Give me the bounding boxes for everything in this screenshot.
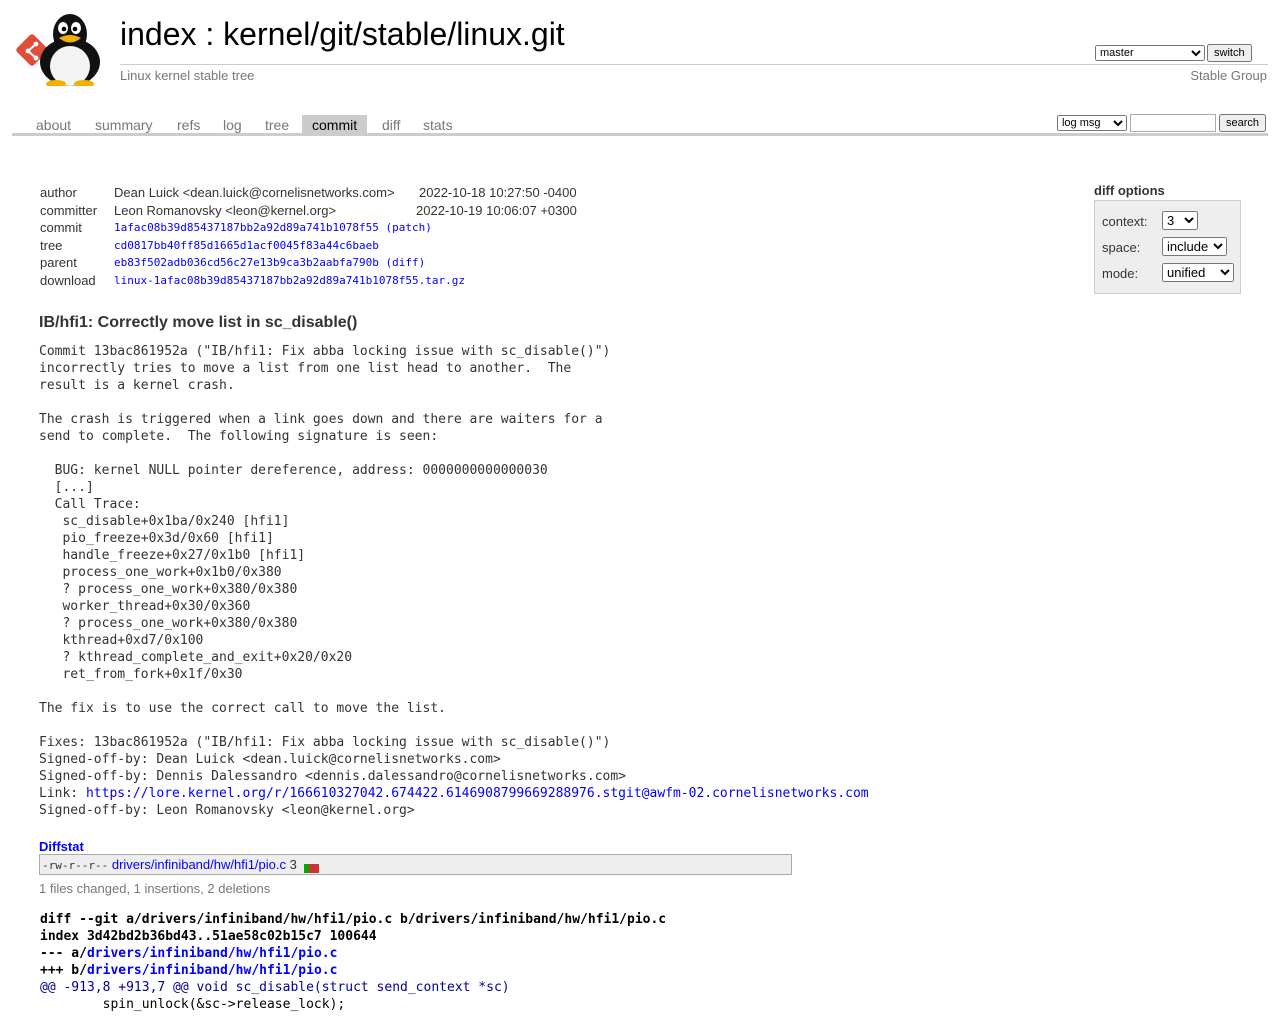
diff-view: diff --git a/drivers/infiniband/hw/hfi1/… bbox=[40, 911, 666, 1013]
tree-hash-group: cd0817bb40ff85d1665d1acf0045f83a44c6baeb bbox=[114, 239, 379, 252]
repo-description: Linux kernel stable tree bbox=[120, 68, 255, 83]
diffstat-deletions-bar bbox=[308, 864, 319, 874]
mode-row: mode: unified bbox=[1102, 263, 1238, 283]
context-row: context: 3 bbox=[1102, 211, 1238, 231]
title-separator: : bbox=[196, 16, 224, 52]
diff-options-title: diff options bbox=[1094, 183, 1165, 198]
author-label: author bbox=[40, 185, 77, 200]
tab-summary[interactable]: summary bbox=[85, 115, 163, 133]
search-input[interactable] bbox=[1129, 114, 1216, 132]
download-group: linux-1afac08b39d85437187bb2a92d89a741b1… bbox=[114, 274, 465, 287]
tab-diff[interactable]: diff bbox=[372, 115, 410, 133]
plus-file-link[interactable]: drivers/infiniband/hw/hfi1/pio.c bbox=[87, 963, 337, 978]
repo-owner: Stable Group bbox=[1190, 68, 1267, 83]
git-tux-logo[interactable] bbox=[14, 12, 110, 86]
tab-stats[interactable]: stats bbox=[413, 115, 463, 133]
author-date: 2022-10-18 10:27:50 -0400 bbox=[419, 185, 577, 200]
diff-options-form: context: 3 space: include mode: unified bbox=[1094, 200, 1241, 294]
parent-hash-group: eb83f502adb036cd56c27e13b9ca3b2aabfa790b… bbox=[114, 256, 425, 269]
tab-about[interactable]: about bbox=[26, 115, 81, 133]
context-select[interactable]: 3 bbox=[1162, 211, 1198, 230]
minus-prefix: --- a/ bbox=[40, 946, 87, 961]
context-label: context: bbox=[1102, 214, 1148, 229]
switch-button[interactable]: switch bbox=[1207, 44, 1252, 62]
search-form: log msg search bbox=[1056, 114, 1266, 132]
commit-label: commit bbox=[40, 220, 82, 236]
committer-label: committer bbox=[40, 202, 98, 218]
committer-date: 2022-10-19 10:06:07 +0300 bbox=[416, 202, 577, 218]
parent-label: parent bbox=[40, 255, 77, 271]
diff-context-line: spin_unlock(&sc->release_lock); bbox=[40, 997, 346, 1012]
commit-hash-group: 1afac08b39d85437187bb2a92d89a741b1078f55… bbox=[114, 221, 432, 234]
diffstat-summary: 1 files changed, 1 insertions, 2 deletio… bbox=[39, 881, 271, 896]
branch-switch-form: master switch bbox=[1095, 44, 1252, 62]
patch-link[interactable]: patch bbox=[392, 221, 425, 234]
minus-file-link[interactable]: drivers/infiniband/hw/hfi1/pio.c bbox=[87, 946, 337, 961]
diffstat-header[interactable]: Diffstat bbox=[39, 839, 84, 854]
commit-message-tail: Signed-off-by: Leon Romanovsky <leon@ker… bbox=[39, 803, 415, 818]
link-prefix: Link: bbox=[39, 786, 86, 801]
diff-git-line: diff --git a/drivers/infiniband/hw/hfi1/… bbox=[40, 912, 667, 927]
tab-tree[interactable]: tree bbox=[255, 115, 299, 133]
diffstat-row: -rw-r--r-- drivers/infiniband/hw/hfi1/pi… bbox=[42, 857, 319, 874]
lore-link[interactable]: https://lore.kernel.org/r/166610327042.6… bbox=[86, 786, 869, 801]
file-mode: -rw-r--r-- bbox=[42, 859, 109, 872]
tree-label: tree bbox=[40, 237, 63, 253]
search-button[interactable]: search bbox=[1218, 114, 1266, 132]
tab-commit[interactable]: commit bbox=[302, 115, 368, 133]
tab-refs[interactable]: refs bbox=[167, 115, 210, 133]
space-label: space: bbox=[1102, 240, 1141, 255]
page-header: index : kernel/git/stable/linux.git Linu… bbox=[0, 0, 1280, 100]
commit-hash-link[interactable]: 1afac08b39d85437187bb2a92d89a741b1078f55 bbox=[114, 221, 379, 234]
diffstat-table: -rw-r--r-- drivers/infiniband/hw/hfi1/pi… bbox=[39, 854, 792, 875]
search-type-select[interactable]: log msg bbox=[1056, 115, 1127, 131]
author-value: Dean Luick <dean.luick@cornelisnetworks.… bbox=[114, 185, 395, 200]
diffstat-file-link[interactable]: drivers/infiniband/hw/hfi1/pio.c bbox=[112, 857, 286, 872]
tab-log[interactable]: log bbox=[213, 115, 252, 133]
commit-subject: IB/hfi1: Correctly move list in sc_disab… bbox=[39, 314, 358, 331]
plus-prefix: +++ b/ bbox=[40, 963, 87, 978]
repo-link[interactable]: kernel/git/stable/linux.git bbox=[223, 16, 565, 52]
commit-message: Commit 13bac861952a ("IB/hfi1: Fix abba … bbox=[39, 343, 869, 819]
diffstat-count: 3 bbox=[289, 857, 297, 872]
index-link[interactable]: index bbox=[120, 16, 197, 52]
tree-hash-link[interactable]: cd0817bb40ff85d1665d1acf0045f83a44c6baeb bbox=[114, 239, 379, 252]
download-link[interactable]: linux-1afac08b39d85437187bb2a92d89a741b1… bbox=[114, 274, 465, 287]
download-label: download bbox=[40, 272, 96, 288]
commit-patch-group: (patch) bbox=[385, 221, 432, 235]
header-divider bbox=[120, 64, 1268, 65]
space-select[interactable]: include bbox=[1162, 237, 1227, 256]
diff-index-line: index 3d42bd2b36bd43..51ae58c02b15c7 100… bbox=[40, 929, 377, 944]
committer-value: Leon Romanovsky <leon@kernel.org> bbox=[114, 202, 337, 218]
parent-diff-group: (diff) bbox=[385, 256, 426, 270]
mode-label: mode: bbox=[1102, 266, 1139, 281]
commit-message-body: Commit 13bac861952a ("IB/hfi1: Fix abba … bbox=[39, 344, 626, 784]
diff-options-panel: diff options context: 3 space: include m… bbox=[1094, 183, 1241, 294]
parent-hash-link[interactable]: eb83f502adb036cd56c27e13b9ca3b2aabfa790b bbox=[114, 256, 379, 269]
diffstat-graph bbox=[303, 861, 319, 874]
repo-title: index : kernel/git/stable/linux.git bbox=[120, 16, 565, 53]
diff-minus-line: --- a/drivers/infiniband/hw/hfi1/pio.c bbox=[40, 945, 666, 962]
diff-plus-line: +++ b/drivers/infiniband/hw/hfi1/pio.c bbox=[40, 962, 666, 979]
mode-select[interactable]: unified bbox=[1162, 263, 1234, 282]
diff-hunk-header: @@ -913,8 +913,7 @@ void sc_disable(stru… bbox=[40, 980, 510, 995]
space-row: space: include bbox=[1102, 237, 1238, 257]
parent-diff-link[interactable]: diff bbox=[392, 256, 419, 269]
branch-select[interactable]: master bbox=[1095, 45, 1205, 61]
